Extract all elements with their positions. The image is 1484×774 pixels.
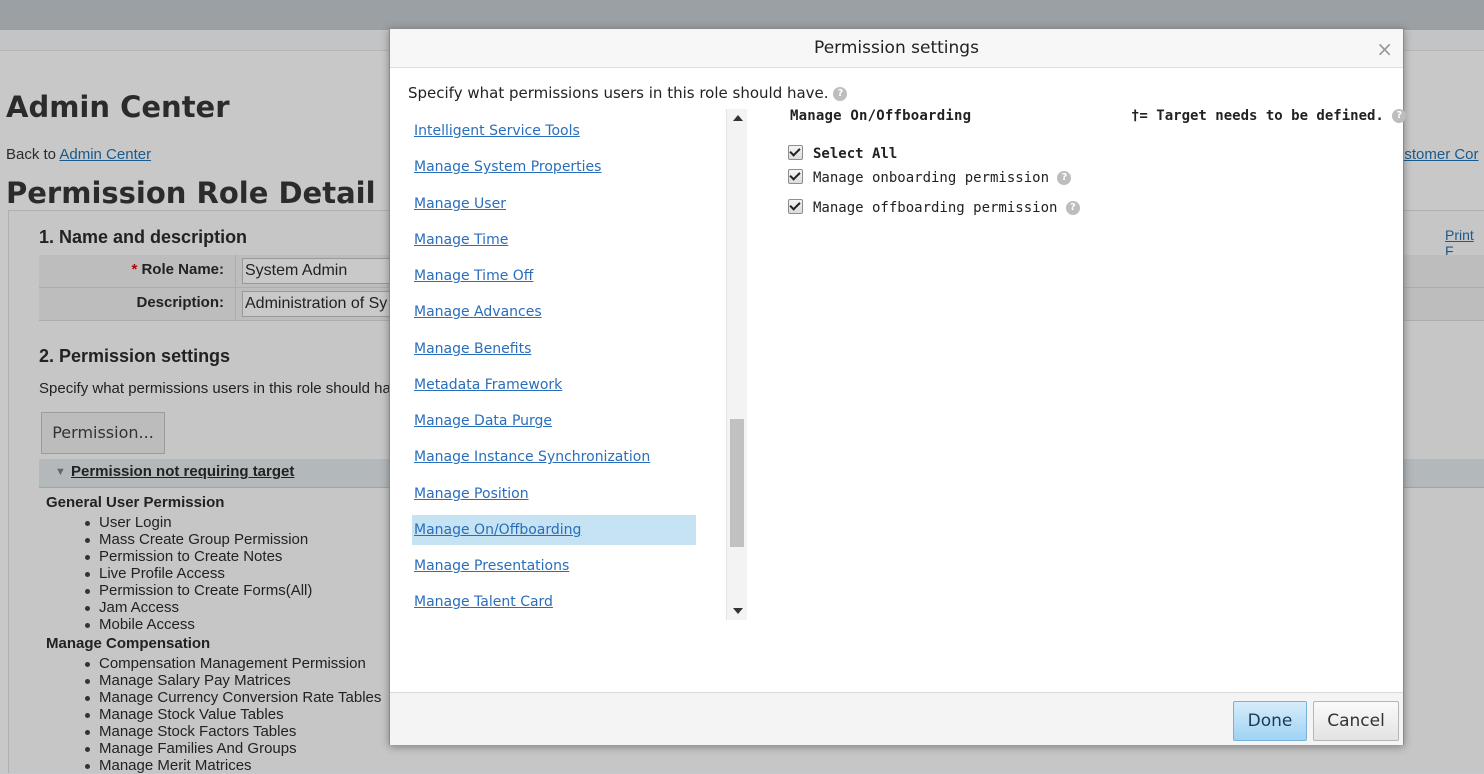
category-link[interactable]: Manage Time Off [412,261,696,291]
list-item: Permission to Create Forms(All) [84,582,313,599]
cancel-button[interactable]: Cancel [1313,701,1399,741]
target-note: †= Target needs to be defined. ? [1131,108,1407,124]
select-all-checkbox[interactable] [788,145,803,160]
role-name-label: * Role Name: [131,261,224,278]
category-link[interactable]: Metadata Framework [412,370,696,400]
permission-settings-dialog: Permission settings × Specify what permi… [389,28,1407,745]
category-link-selected[interactable]: Manage On/Offboarding [412,515,696,545]
category-link[interactable]: Manage Talent Card [412,587,696,617]
manage-onboarding-checkbox[interactable] [788,169,803,184]
help-icon[interactable]: ? [1392,109,1407,123]
admin-center-link[interactable]: Admin Center [59,146,151,163]
done-button[interactable]: Done [1233,701,1307,741]
category-link[interactable]: Manage Benefits [412,334,696,364]
section-permission-settings: 2. Permission settings [39,346,231,366]
category-link[interactable]: Manage Advances [412,297,696,327]
description-field[interactable]: Administration of Sy [242,291,396,317]
customer-community-link[interactable]: ustomer Cor [1396,146,1479,163]
list-item: Manage Currency Conversion Rate Tables [84,689,382,706]
back-prefix: Back to [6,146,60,163]
list-item: Manage Stock Value Tables [84,706,381,723]
dialog-footer: Done Cancel [390,692,1403,745]
group-title: General User Permission [46,494,225,511]
list-item: Mobile Access [84,616,312,633]
selected-category-title: Manage On/Offboarding [790,108,972,124]
scroll-up-arrow-icon[interactable] [733,115,743,121]
category-link[interactable]: Manage Data Purge [412,406,696,436]
list-item: Jam Access [84,599,312,616]
permission-not-requiring-target-label[interactable]: Permission not requiring target [71,463,294,480]
manage-offboarding-checkbox[interactable] [788,199,803,214]
select-all-label[interactable]: Select All [813,146,897,162]
help-icon[interactable]: ? [1065,201,1080,215]
list-item: Mass Create Group Permission [84,531,312,548]
top-header-bar [0,0,1484,30]
collapse-triangle-icon: ▼ [55,466,66,478]
scrollbar-thumb[interactable] [730,419,744,547]
group-permission-list: User Login Mass Create Group Permission … [84,514,313,633]
list-item: Manage Families And Groups [84,740,381,757]
category-link[interactable]: Manage Position [412,479,696,509]
manage-offboarding-label: Manage offboarding permission ? [813,200,1080,216]
category-link[interactable]: Manage User [412,189,696,219]
category-link[interactable]: Manage Time [412,225,696,255]
scroll-down-arrow-icon[interactable] [733,608,743,614]
group-permission-list: Compensation Management Permission Manag… [84,655,382,774]
category-link[interactable]: Manage Presentations [412,551,696,581]
description-label: Description: [136,294,224,311]
list-item: Live Profile Access [84,565,312,582]
role-name-field[interactable]: System Admin [242,258,396,284]
group-title: Manage Compensation [46,635,211,652]
section-name-description: 1. Name and description [39,227,248,247]
category-list-scrollbar[interactable] [726,109,747,620]
list-item: Manage Salary Pay Matrices [84,672,381,689]
dialog-title: Permission settings [814,38,979,58]
category-link[interactable]: Manage System Properties [412,152,696,182]
dialog-header: Permission settings × [390,29,1403,68]
category-link[interactable]: Intelligent Service Tools [412,116,696,146]
help-icon[interactable]: ? [833,86,848,101]
permission-settings-description: Specify what permissions users in this r… [39,380,399,397]
list-item: Compensation Management Permission [84,655,381,672]
list-item: Manage Merit Matrices [84,757,381,774]
list-item: User Login [84,514,312,531]
list-item: Manage Stock Factors Tables [84,723,381,740]
permission-category-list: Intelligent Service Tools Manage System … [412,109,747,620]
close-icon[interactable]: × [1376,39,1393,59]
role-detail-title: Permission Role Detail [6,176,376,210]
permission-button[interactable]: Permission... [41,412,165,454]
category-link[interactable]: Manage Instance Synchronization [412,442,696,472]
dialog-description: Specify what permissions users in this r… [408,84,848,102]
manage-onboarding-label: Manage onboarding permission ? [813,170,1072,186]
back-link-row: Back to Admin Center [6,146,151,163]
page-title: Admin Center [6,90,230,124]
list-item: Permission to Create Notes [84,548,312,565]
help-icon[interactable]: ? [1057,171,1072,185]
